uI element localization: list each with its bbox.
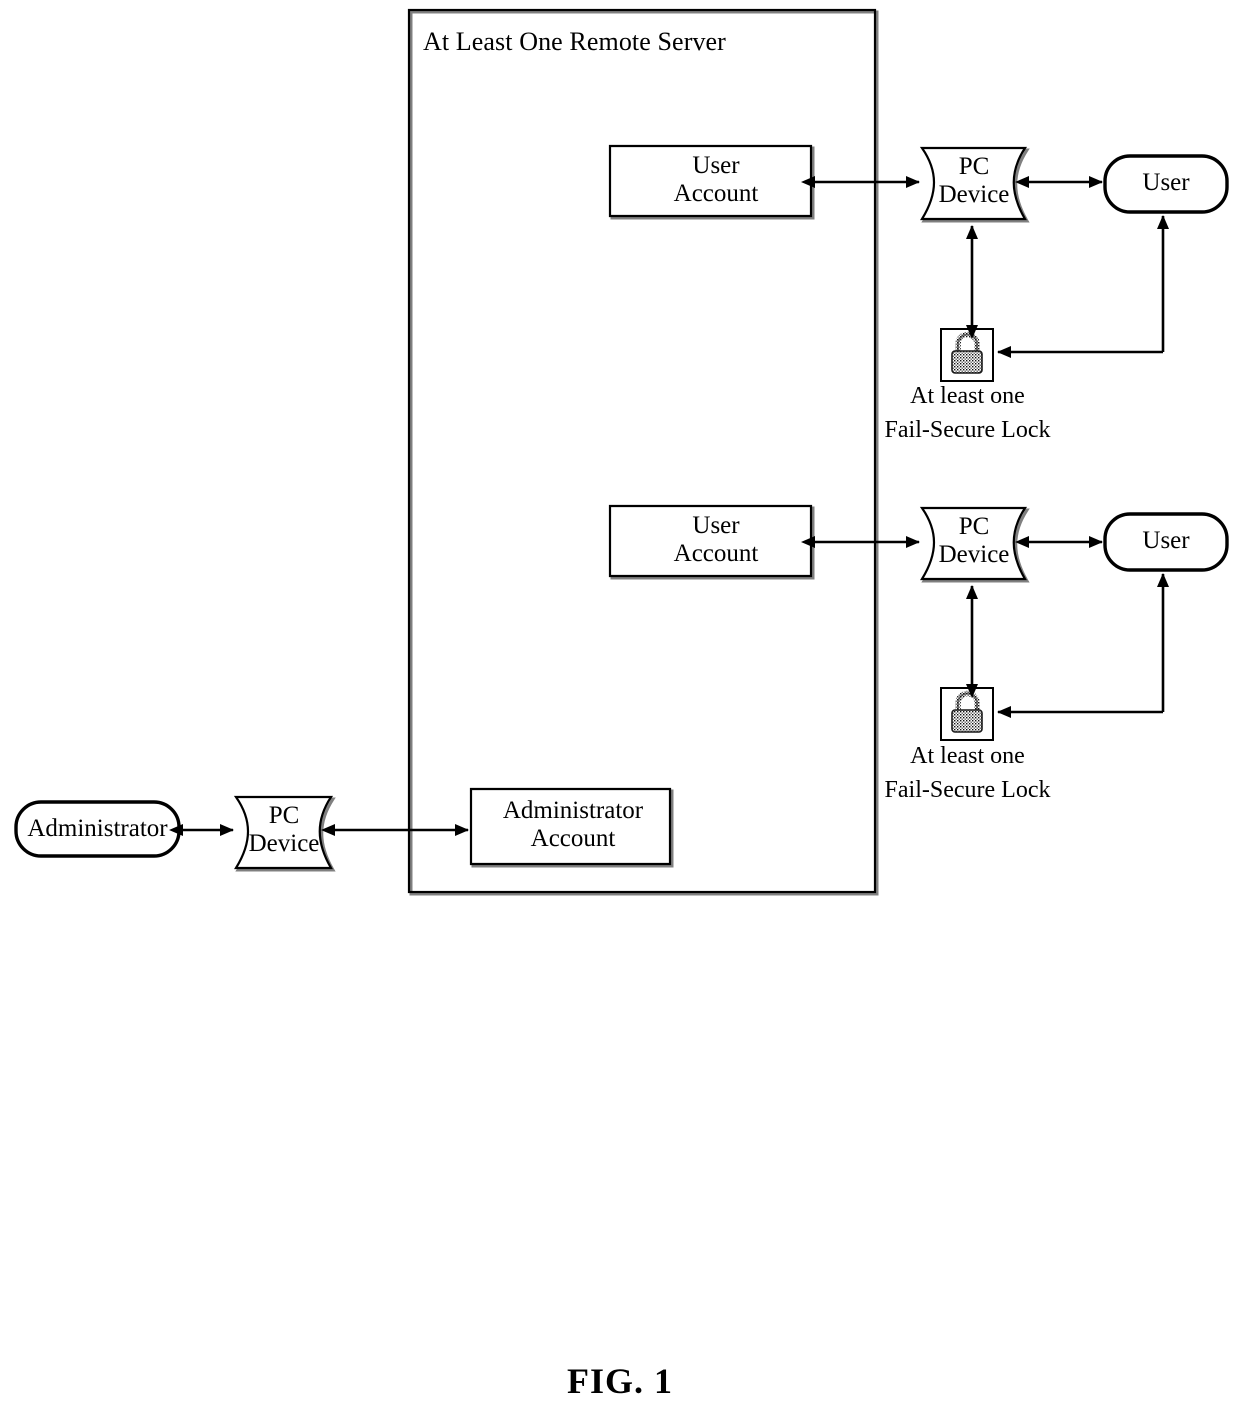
row-1-pc-device-shape	[919, 146, 1030, 223]
row-2-user-account-shape	[608, 504, 815, 580]
remote-server-container	[407, 8, 879, 896]
server-title: At Least One Remote Server	[423, 27, 726, 56]
row-1-user-shape	[1103, 154, 1229, 214]
row-2-lock-box	[940, 687, 994, 741]
admin-actor-shape	[14, 800, 181, 858]
admin-account-shape	[469, 787, 674, 868]
row-2-user-shape	[1103, 512, 1229, 572]
figure-caption: FIG. 1	[566, 1361, 673, 1401]
admin-pc-device-shape	[233, 795, 336, 872]
row-1-user-account-shape	[608, 144, 815, 220]
diagram-canvas	[14, 8, 1229, 896]
figure-1-diagram: At Least One Remote Server User Account …	[0, 0, 1240, 1421]
row-2-pc-device-shape	[919, 506, 1030, 583]
row-1-lock-box	[940, 328, 994, 382]
